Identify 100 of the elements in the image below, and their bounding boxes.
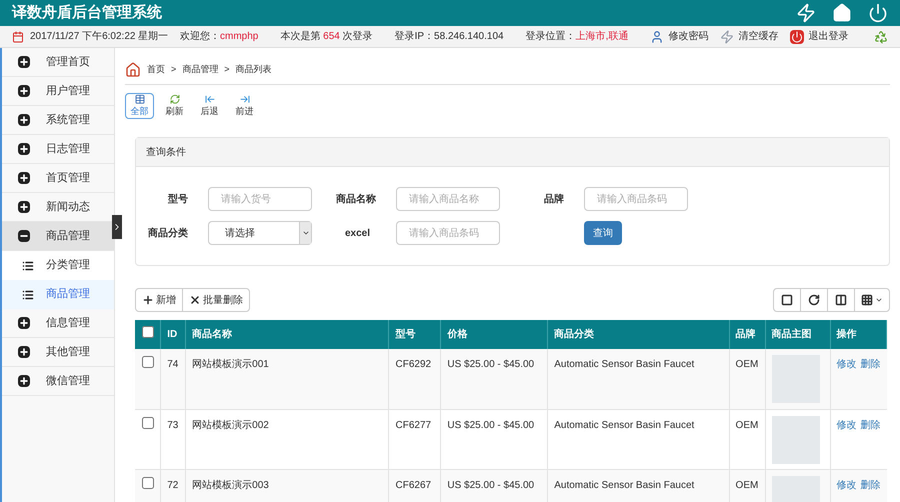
sidebar-item[interactable]: 商品管理: [2, 222, 114, 251]
plus-icon: [18, 114, 30, 126]
query-button[interactable]: 查询: [584, 221, 622, 245]
sidebar-item[interactable]: 首页管理: [2, 164, 114, 193]
plus-icon: [18, 143, 30, 155]
power-icon: [790, 30, 804, 44]
breadcrumb-link[interactable]: 首页: [147, 63, 165, 77]
field-label: excel: [344, 226, 371, 240]
info-text: 欢迎您：cmmphp: [180, 30, 258, 44]
toolbar-button[interactable]: 前进: [230, 93, 259, 119]
plus-icon: [18, 375, 30, 387]
minus-icon: [18, 230, 30, 242]
plus-icon: [18, 85, 30, 97]
list-icon: [22, 288, 34, 300]
table-cell: 74: [160, 349, 186, 409]
caret-icon: [302, 229, 310, 237]
square-icon: [781, 294, 793, 306]
sidebar-item[interactable]: 用户管理: [2, 77, 114, 106]
table-cell: CF6292: [388, 349, 441, 409]
breadcrumb-separator: >: [224, 63, 230, 76]
action-link[interactable]: 删除: [860, 478, 880, 492]
batch-delete-button[interactable]: 批量删除: [182, 288, 250, 312]
toolbar-link[interactable]: 清空缓存: [720, 29, 778, 44]
sidebar-subitem[interactable]: 分类管理: [2, 251, 114, 280]
table-cell: 73: [160, 409, 186, 469]
table-cell: US $25.00 - $45.00: [440, 349, 548, 409]
panel-title: 查询条件: [146, 146, 186, 160]
photo-placeholder: [772, 416, 820, 464]
columns-icon: [835, 294, 847, 306]
input-field[interactable]: 请输入商品名称: [396, 187, 500, 211]
row-checkbox[interactable]: [142, 356, 154, 368]
table-cell: OEM: [729, 349, 766, 409]
action-link[interactable]: 修改: [836, 357, 856, 372]
grid-icon: [861, 294, 873, 306]
field-label: 型号: [167, 192, 189, 206]
table-cell: Automatic Sensor Basin Faucet: [548, 349, 730, 409]
table-cell: Automatic Sensor Basin Faucet: [548, 409, 730, 469]
toggle-button[interactable]: [773, 288, 801, 312]
columns-button[interactable]: [854, 288, 890, 312]
table-cell: CF6267: [388, 469, 441, 502]
input-field[interactable]: 请输入商品条码: [396, 221, 500, 245]
action-link[interactable]: 修改: [836, 418, 856, 432]
list-icon: [22, 260, 34, 272]
row-checkbox[interactable]: [142, 476, 154, 488]
toolbar-button[interactable]: 后退: [195, 93, 224, 119]
table-cell: 网站模板演示003: [186, 469, 389, 502]
collapse-toggle[interactable]: [112, 215, 122, 239]
info-text: 登录IP：58.246.140.104: [394, 30, 504, 44]
plus-icon: [18, 172, 30, 184]
field-label: 品牌: [543, 192, 565, 206]
power-icon[interactable]: [868, 3, 888, 23]
plus-icon: [18, 346, 30, 358]
table-cell: Automatic Sensor Basin Faucet: [548, 469, 730, 502]
sidebar-item[interactable]: 信息管理: [2, 309, 114, 338]
select-field[interactable]: 请选择: [208, 221, 312, 245]
sidebar-item[interactable]: 系统管理: [2, 106, 114, 135]
plus-icon: [18, 56, 30, 68]
breadcrumb-separator: >: [171, 63, 176, 76]
field-label: 商品分类: [147, 226, 189, 240]
breadcrumb-link[interactable]: 商品列表: [236, 63, 272, 77]
refresh-button[interactable]: [800, 288, 828, 312]
input-field[interactable]: 请输入商品条码: [584, 187, 688, 211]
calendar-icon: [12, 30, 24, 42]
table-cell: US $25.00 - $45.00: [440, 469, 548, 502]
caret-icon: [875, 296, 883, 304]
info-text: 登录位置：上海市,联通: [526, 30, 628, 44]
toolbar-button[interactable]: 刷新: [160, 93, 189, 119]
info-text: 本次是第 654 次登录: [280, 30, 373, 44]
date-time: 2017/11/27 下午6:02:22 星期一: [30, 30, 170, 44]
breadcrumb-link[interactable]: 商品管理: [182, 63, 218, 77]
sidebar-item[interactable]: 管理首页: [2, 48, 114, 77]
toolbar-button[interactable]: 全部: [125, 93, 154, 119]
cross-icon: [189, 294, 201, 306]
input-field[interactable]: 请输入货号: [208, 187, 312, 211]
field-label: 商品名称: [335, 192, 377, 206]
table-cell: 网站模板演示002: [186, 409, 389, 469]
home-icon[interactable]: [125, 62, 141, 78]
sidebar-item[interactable]: 其他管理: [2, 338, 114, 367]
lightning-icon: [720, 30, 734, 44]
plus-icon: [18, 317, 30, 329]
table-cell: CF6277: [388, 409, 441, 469]
row-checkbox[interactable]: [142, 416, 154, 428]
table-cell: US $25.00 - $45.00: [440, 409, 548, 469]
sidebar-subitem[interactable]: 商品管理: [2, 280, 114, 309]
table-cell: 72: [160, 469, 186, 502]
table-cell: 网站模板演示001: [186, 349, 389, 409]
table-cell: OEM: [729, 469, 766, 502]
action-link[interactable]: 删除: [860, 357, 880, 372]
user-icon: [650, 30, 664, 44]
action-link[interactable]: 修改: [836, 478, 856, 492]
toolbar-link[interactable]: 退出登录: [790, 29, 848, 44]
toolbar-link[interactable]: 修改密码: [650, 29, 708, 44]
select-all-checkbox[interactable]: [142, 326, 154, 338]
action-link[interactable]: 删除: [860, 418, 880, 432]
add-button[interactable]: 新增: [135, 288, 183, 312]
sidebar-item[interactable]: 微信管理: [2, 367, 114, 396]
sidebar-item[interactable]: 日志管理: [2, 135, 114, 164]
app-title: 译数舟盾后台管理系统: [12, 2, 162, 23]
plus-icon: [142, 294, 154, 306]
plus-icon: [18, 201, 30, 213]
